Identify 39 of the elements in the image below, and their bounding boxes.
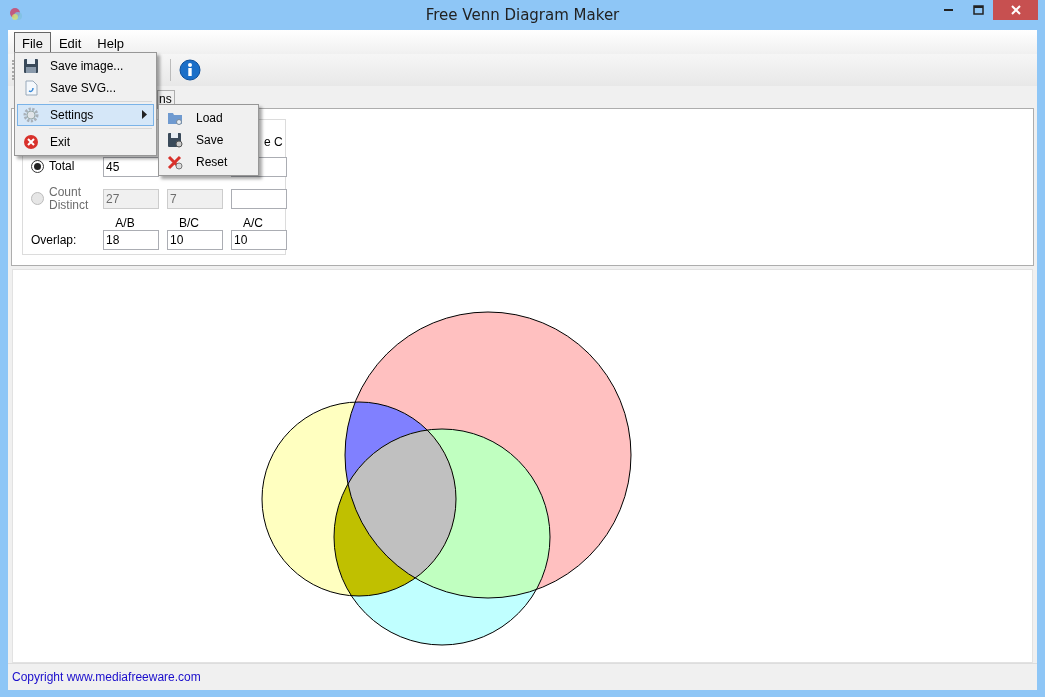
radio-label: Total (49, 160, 76, 174)
column-heading: B/C (178, 215, 200, 230)
number-field[interactable]: 10 (231, 229, 287, 250)
submenu-item[interactable]: Settings (17, 104, 154, 126)
column-heading: A/C (242, 215, 264, 230)
radio-label: Count Distinct (49, 185, 89, 212)
column-heading: e C (263, 134, 284, 149)
column-heading: A/B (114, 215, 136, 230)
menu-item[interactable]: Save (161, 129, 256, 151)
close-icon (1009, 4, 1022, 16)
info-icon (179, 58, 201, 81)
menu-item[interactable]: File (14, 32, 51, 54)
gear-icon (23, 107, 39, 123)
tab[interactable]: ns (157, 89, 175, 108)
close-circle-icon (23, 134, 39, 150)
minimize-icon (943, 9, 953, 11)
overlap-label: Overlap: (31, 232, 78, 247)
copyright-text: Copyright www.mediafreeware.com (12, 670, 201, 685)
menu-item[interactable]: Save image... (17, 55, 154, 77)
menu-item[interactable]: Help (89, 32, 133, 54)
close-button[interactable] (993, 0, 1038, 20)
document-icon (23, 80, 39, 96)
number-field[interactable]: 45 (103, 156, 159, 177)
number-field[interactable]: 10 (167, 229, 223, 250)
window-title: Free Venn Diagram Maker (424, 6, 621, 24)
app-logo-icon (8, 6, 24, 22)
menu-item[interactable]: Edit (50, 32, 90, 54)
submenu-arrow-icon (142, 110, 147, 119)
info-button[interactable] (179, 58, 201, 81)
folder-icon (167, 110, 183, 126)
number-field[interactable] (231, 188, 287, 209)
cross-icon (167, 154, 183, 170)
radio-button[interactable] (31, 160, 44, 174)
menu-item[interactable]: Load (161, 107, 256, 129)
menu-item[interactable]: Exit (17, 131, 154, 153)
maximize-icon (972, 4, 984, 16)
menu-item[interactable]: Save SVG... (17, 77, 154, 99)
menu-item[interactable]: Reset (161, 151, 256, 173)
number-field[interactable]: 18 (103, 229, 159, 250)
